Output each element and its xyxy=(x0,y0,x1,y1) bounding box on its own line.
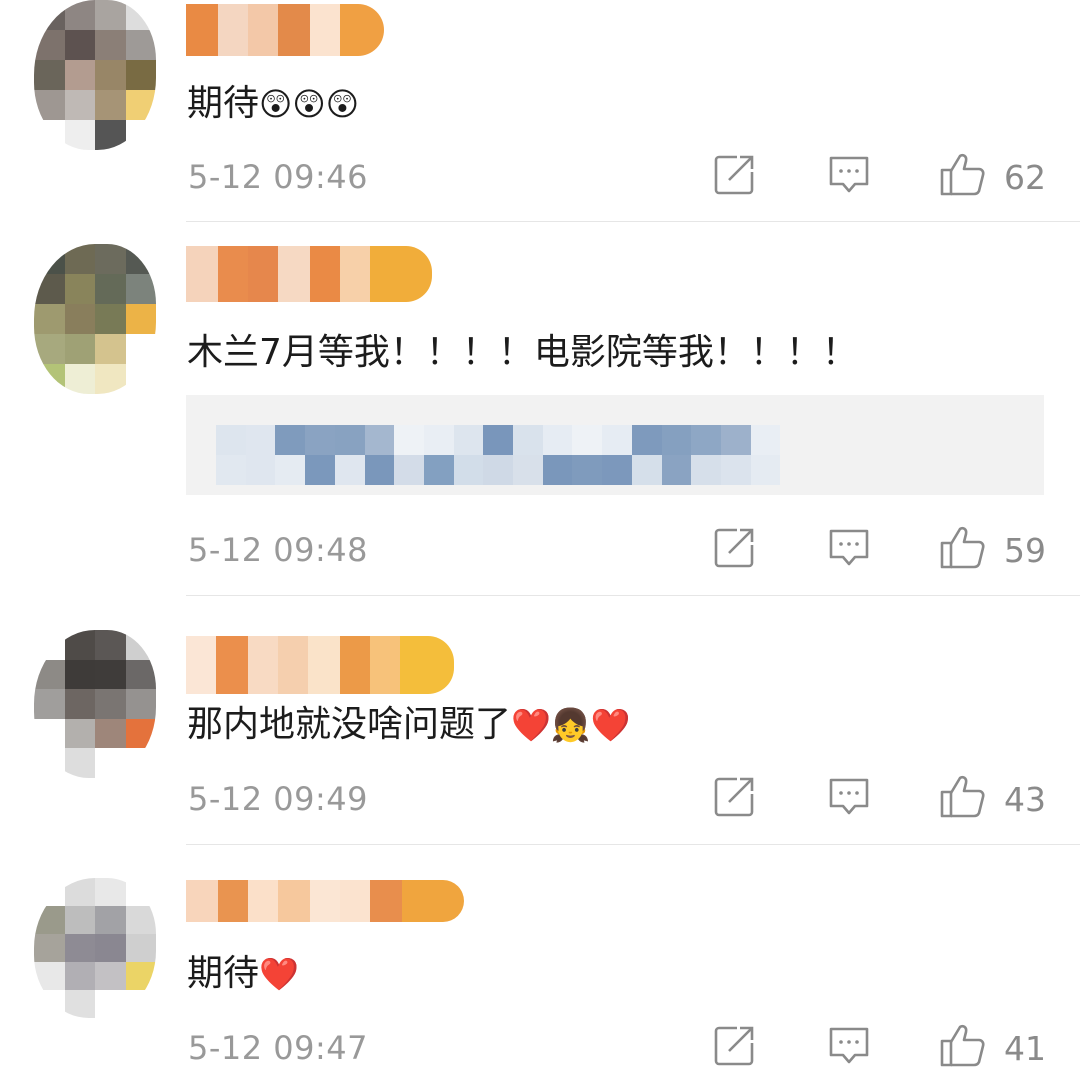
red-heart-emoji: ❤️ xyxy=(590,706,631,744)
username-redacted[interactable] xyxy=(186,636,454,694)
thumbs-up-icon[interactable] xyxy=(938,1021,986,1069)
comment-meta: 5-12 09:47 41 xyxy=(0,1023,1080,1073)
like-count: 43 xyxy=(1004,780,1046,819)
timestamp: 5-12 09:48 xyxy=(188,531,369,569)
avatar[interactable] xyxy=(34,630,156,778)
girl-emoji: 👧 xyxy=(550,706,591,744)
thumbs-up-icon[interactable] xyxy=(938,523,986,571)
comment-text: 期待😲😲😲 xyxy=(187,74,359,126)
comment-text-content: 木兰7月等我！！！！电影院等我！！！！ xyxy=(187,332,858,373)
comment-text-content: 期待 xyxy=(187,83,260,124)
red-heart-emoji: ❤️ xyxy=(259,955,299,993)
comment-text: 木兰7月等我！！！！电影院等我！！！！ xyxy=(187,323,858,375)
divider xyxy=(186,221,1080,222)
thumbs-up-icon[interactable] xyxy=(938,772,986,820)
forward-icon[interactable] xyxy=(713,525,757,569)
comment-text-content: 那内地就没啥问题了 xyxy=(187,704,512,745)
comment-meta: 5-12 09:46 62 xyxy=(0,152,1080,202)
like-count: 41 xyxy=(1004,1029,1046,1068)
avatar[interactable] xyxy=(34,0,156,150)
avatar[interactable] xyxy=(34,878,156,1018)
quoted-content[interactable] xyxy=(186,395,1044,495)
avatar[interactable] xyxy=(34,244,156,394)
forward-icon[interactable] xyxy=(713,1023,757,1067)
username-redacted[interactable] xyxy=(186,880,464,922)
comment-text-content: 期待 xyxy=(187,953,260,994)
red-heart-emoji: ❤️ xyxy=(511,706,551,744)
like-count: 59 xyxy=(1004,531,1046,570)
forward-icon[interactable] xyxy=(713,152,757,196)
comment-icon[interactable] xyxy=(827,152,871,196)
divider xyxy=(186,595,1080,596)
comment-meta: 5-12 09:49 43 xyxy=(0,774,1080,824)
username-redacted[interactable] xyxy=(186,246,432,302)
like-count: 62 xyxy=(1004,158,1046,197)
username-redacted[interactable] xyxy=(186,4,384,56)
comment-meta: 5-12 09:48 59 xyxy=(0,525,1080,575)
shocked-face-emoji: 😲 xyxy=(292,85,326,123)
shocked-face-emoji: 😲 xyxy=(259,85,293,123)
quoted-text-redacted xyxy=(216,425,810,485)
comment-text: 那内地就没啥问题了❤️👧❤️ xyxy=(187,695,631,747)
comment-icon[interactable] xyxy=(827,774,871,818)
comment-icon[interactable] xyxy=(827,1023,871,1067)
thumbs-up-icon[interactable] xyxy=(938,150,986,198)
divider xyxy=(186,844,1080,845)
shocked-face-emoji: 😲 xyxy=(325,85,360,123)
timestamp: 5-12 09:46 xyxy=(188,158,369,196)
timestamp: 5-12 09:47 xyxy=(188,1029,369,1067)
comment-text: 期待❤️ xyxy=(187,944,299,996)
comment-icon[interactable] xyxy=(827,525,871,569)
timestamp: 5-12 09:49 xyxy=(188,780,369,818)
forward-icon[interactable] xyxy=(713,774,757,818)
